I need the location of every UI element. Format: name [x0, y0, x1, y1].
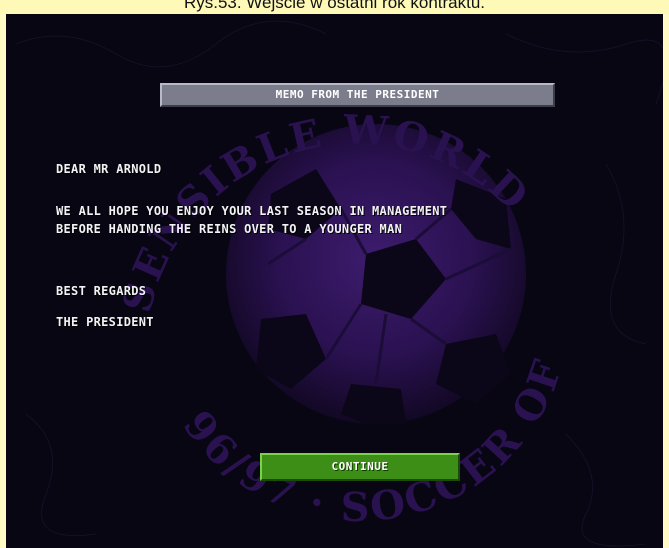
continue-button-label: CONTINUE: [331, 460, 389, 473]
game-screen: SENSIBLE WORLD 96/97 · SOCCER OF MEMO FR…: [6, 14, 663, 548]
memo-greeting: DEAR MR ARNOLD: [56, 162, 162, 176]
memo-title: MEMO FROM THE PRESIDENT: [275, 88, 440, 101]
figure-caption: Rys.53. Wejście w ostatni rok kontraktu.: [0, 0, 669, 14]
memo-body-line-2: BEFORE HANDING THE REINS OVER TO A YOUNG…: [56, 222, 403, 236]
memo-body-line-1: WE ALL HOPE YOU ENJOY YOUR LAST SEASON I…: [56, 204, 448, 218]
memo-closing: BEST REGARDS: [56, 284, 147, 298]
caption-text: Rys.53. Wejście w ostatni rok kontraktu.: [183, 0, 486, 12]
memo-title-bar: MEMO FROM THE PRESIDENT: [160, 83, 555, 107]
continue-button[interactable]: CONTINUE: [260, 453, 460, 481]
memo-signature: THE PRESIDENT: [56, 315, 154, 329]
